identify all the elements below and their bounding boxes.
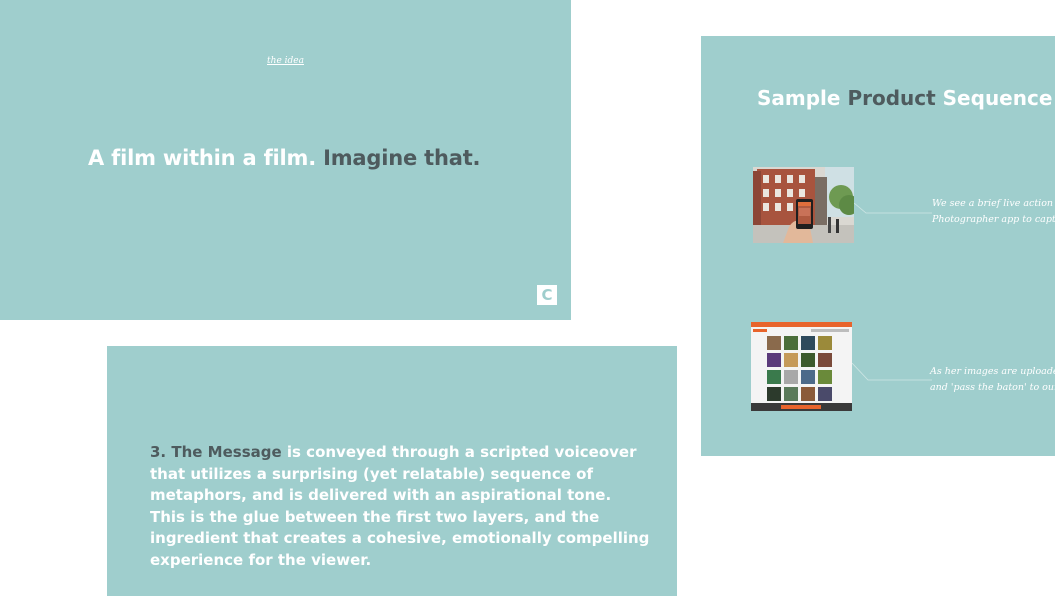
sequence-title: Sample Product Sequence <box>757 86 1052 110</box>
title-part3: Sequence <box>942 86 1053 110</box>
slide-headline: A film within a film. Imagine that. <box>88 146 481 170</box>
gallery-website-illustration <box>751 322 852 411</box>
slide-the-idea: the idea A film within a film. Imagine t… <box>0 0 571 320</box>
caption-1-line1: We see a brief live action se <box>932 198 1055 209</box>
slide-sample-product-sequence: Sample Product Sequence We see a brief l… <box>701 36 1055 456</box>
street-scene-illustration <box>753 167 854 243</box>
message-paragraph: 3. The Message is conveyed through a scr… <box>150 442 650 572</box>
title-part1: Sample <box>757 86 841 110</box>
title-part2: Product <box>847 86 936 110</box>
headline-part2: Imagine that. <box>323 146 481 170</box>
caption-2-line1: As her images are uploaded <box>930 366 1055 377</box>
sequence-caption-2: As her images are uploaded and 'pass the … <box>930 364 1055 396</box>
slide-the-message: 3. The Message is conveyed through a scr… <box>107 346 677 596</box>
headline-part1: A film within a film. <box>88 146 317 170</box>
caption-1-line2: Photographer app to captu <box>932 214 1055 225</box>
connector-line-2 <box>852 363 932 381</box>
photo-gallery-website-image <box>751 322 852 411</box>
slide-kicker: the idea <box>267 56 304 66</box>
message-number: 3. <box>150 443 167 461</box>
message-highlight: The Message <box>171 443 282 461</box>
sequence-caption-1: We see a brief live action se Photographe… <box>932 196 1055 228</box>
message-body: is conveyed through a scripted voiceover… <box>150 443 650 569</box>
caption-2-line2: and 'pass the baton' to our <box>930 382 1055 393</box>
street-photo-with-phone-image <box>753 167 854 243</box>
connector-line-1 <box>854 203 932 214</box>
brand-logo: C <box>537 285 557 305</box>
logo-letter: C <box>541 286 553 304</box>
